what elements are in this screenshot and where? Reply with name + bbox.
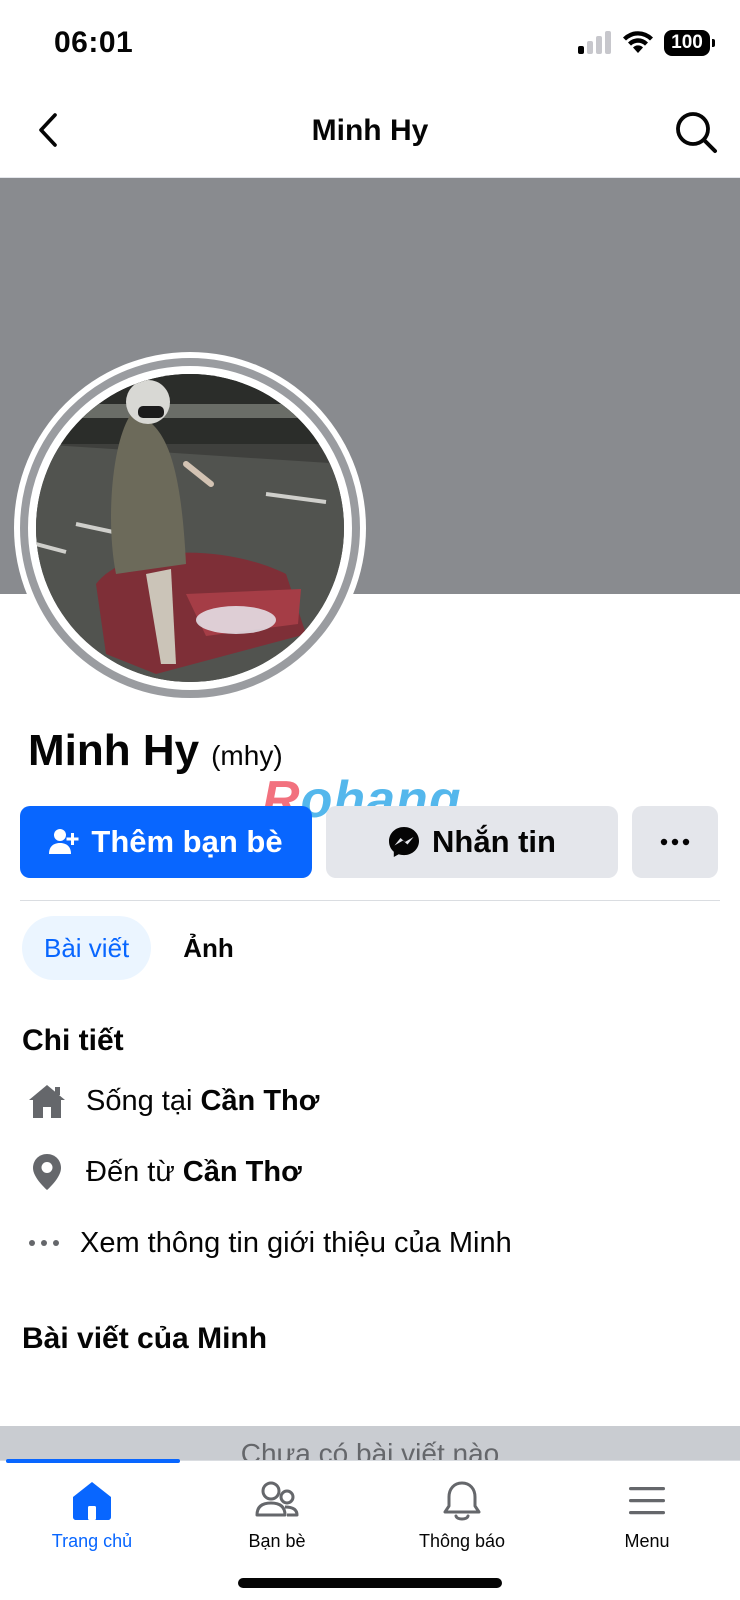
tab-posts[interactable]: Bài viết [22, 916, 152, 980]
menu-icon [629, 1487, 665, 1515]
message-button[interactable]: Nhắn tin [326, 806, 618, 878]
avatar-frame [20, 358, 360, 698]
tab-notifications[interactable]: Thông báo [382, 1479, 542, 1552]
message-label: Nhắn tin [432, 824, 556, 859]
profile-name: Minh Hy [28, 726, 200, 775]
tab-friends[interactable]: Bạn bè [197, 1479, 357, 1552]
tab-home-label: Trang chủ [51, 1531, 133, 1551]
see-intro-text: Xem thông tin giới thiệu của Minh [80, 1226, 512, 1259]
wifi-icon [623, 31, 653, 53]
bell-icon [443, 1481, 481, 1521]
search-icon [676, 112, 717, 153]
lives-in-place: Cần Thơ [200, 1084, 320, 1117]
status-bar: 06:01 100 [0, 0, 740, 90]
profile-avatar[interactable] [14, 352, 366, 704]
divider [20, 900, 720, 901]
tab-menu[interactable]: Menu [567, 1479, 727, 1552]
friends-icon [255, 1481, 299, 1517]
profile-tabs: Bài viết Ảnh [22, 916, 256, 980]
lives-in-text: Sống tại Cần Thơ [86, 1085, 319, 1118]
tab-active-indicator [6, 1459, 180, 1463]
signal-icon [578, 31, 611, 54]
lives-in-prefix: Sống tại [86, 1084, 193, 1117]
avatar-photo [36, 374, 344, 682]
from-prefix: Đến từ [86, 1155, 175, 1188]
battery-level: 100 [671, 32, 703, 53]
tab-notifications-label: Thông báo [418, 1531, 506, 1551]
search-button[interactable] [672, 108, 720, 156]
status-time: 06:01 [54, 26, 134, 59]
detail-from: Đến từ Cần Thơ [26, 1151, 302, 1193]
avatar-image [36, 374, 344, 682]
ellipsis-icon [26, 1222, 62, 1264]
see-intro-link[interactable]: Xem thông tin giới thiệu của Minh [26, 1222, 512, 1264]
posts-title: Bài viết của Minh [22, 1322, 268, 1355]
nav-bar: Minh Hy [0, 90, 740, 178]
profile-actions: Thêm bạn bè Nhắn tin [20, 806, 720, 878]
from-text: Đến từ Cần Thơ [86, 1156, 302, 1189]
profile-alias: (mhy) [211, 740, 283, 771]
add-friend-label: Thêm bạn bè [91, 824, 283, 859]
home-indicator [238, 1578, 502, 1588]
more-icon [660, 838, 690, 846]
status-icons: 100 [578, 30, 715, 56]
profile-name-row: Minh Hy (mhy) [28, 726, 283, 776]
tab-home[interactable]: Trang chủ [12, 1479, 172, 1552]
tab-friends-label: Bạn bè [248, 1531, 306, 1551]
add-friend-button[interactable]: Thêm bạn bè [20, 806, 312, 878]
nav-title: Minh Hy [311, 114, 429, 147]
details-title: Chi tiết [22, 1024, 124, 1057]
tab-photos[interactable]: Ảnh [161, 916, 256, 980]
home-tab-icon [73, 1482, 111, 1520]
home-icon [26, 1080, 68, 1122]
add-friend-icon [49, 829, 79, 854]
from-place: Cần Thơ [182, 1155, 302, 1188]
detail-lives-in: Sống tại Cần Thơ [26, 1080, 319, 1122]
location-pin-icon [26, 1151, 68, 1193]
more-options-button[interactable] [632, 806, 718, 878]
battery-indicator: 100 [664, 30, 715, 56]
tab-menu-label: Menu [624, 1531, 670, 1551]
messenger-icon [389, 827, 419, 857]
